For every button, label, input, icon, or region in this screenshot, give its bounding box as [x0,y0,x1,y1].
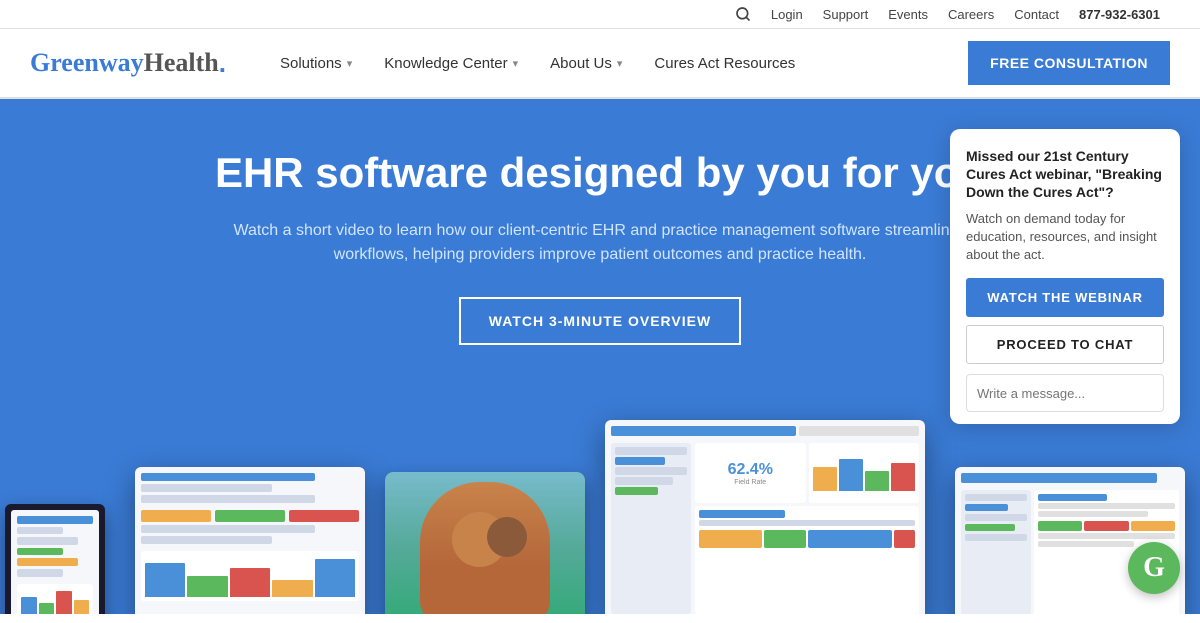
devices-area: 62.4% Field Rate [0,420,1200,614]
solutions-chevron: ▾ [347,57,353,70]
nav-links: Solutions ▾ Knowledge Center ▾ About Us … [266,45,809,82]
nav-left: Greenway Health . Solutions ▾ Knowledge … [30,45,809,82]
logo-dot: . [219,48,226,79]
hero-subtitle: Watch a short video to learn how our cli… [225,219,975,267]
hero-title: EHR software designed by you for you [215,149,985,197]
tablet-device [5,504,105,614]
about-us-label: About Us [550,55,612,72]
login-link[interactable]: Login [771,7,803,22]
chat-input-row: ➤ [966,374,1164,412]
chat-message-input[interactable] [967,378,1163,409]
phone-number: 877-932-6301 [1079,7,1160,22]
logo[interactable]: Greenway Health . [30,48,226,79]
knowledge-center-nav-link[interactable]: Knowledge Center ▾ [370,45,532,82]
main-nav: Greenway Health . Solutions ▾ Knowledge … [0,29,1200,99]
watch-webinar-button[interactable]: WATCH THE WEBINAR [966,278,1164,317]
watch-overview-button[interactable]: WATCH 3-MINUTE OVERVIEW [459,297,741,345]
proceed-to-chat-button[interactable]: PROCEED TO CHAT [966,325,1164,364]
cures-act-label: Cures Act Resources [654,55,795,72]
solutions-label: Solutions [280,55,342,72]
search-icon[interactable] [735,6,751,22]
video-card [385,472,585,614]
cures-act-nav-link[interactable]: Cures Act Resources [640,45,809,82]
hero-section: EHR software designed by you for you Wat… [0,99,1200,614]
knowledge-center-chevron: ▾ [513,57,519,70]
logo-health: Health [144,48,219,78]
tablet-screen [11,510,99,614]
events-link[interactable]: Events [888,7,928,22]
about-us-chevron: ▾ [617,57,623,70]
chat-popup: Missed our 21st Century Cures Act webina… [950,129,1180,424]
logo-greenway: Greenway [30,48,144,78]
utility-bar: Login Support Events Careers Contact 877… [0,0,1200,29]
careers-link[interactable]: Careers [948,7,994,22]
chat-popup-body: Watch on demand today for education, res… [966,210,1164,265]
contact-link[interactable]: Contact [1014,7,1059,22]
greenway-g-icon[interactable]: G [1128,542,1180,594]
about-us-nav-link[interactable]: About Us ▾ [536,45,636,82]
laptop-center: 62.4% Field Rate [595,420,935,614]
chat-send-button[interactable]: ➤ [1163,375,1164,411]
solutions-nav-link[interactable]: Solutions ▾ [266,45,366,82]
free-consultation-button[interactable]: FREE CONSULTATION [968,41,1170,85]
laptop-left [125,467,375,614]
support-link[interactable]: Support [823,7,869,22]
chat-popup-title: Missed our 21st Century Cures Act webina… [966,147,1164,202]
knowledge-center-label: Knowledge Center [384,55,507,72]
